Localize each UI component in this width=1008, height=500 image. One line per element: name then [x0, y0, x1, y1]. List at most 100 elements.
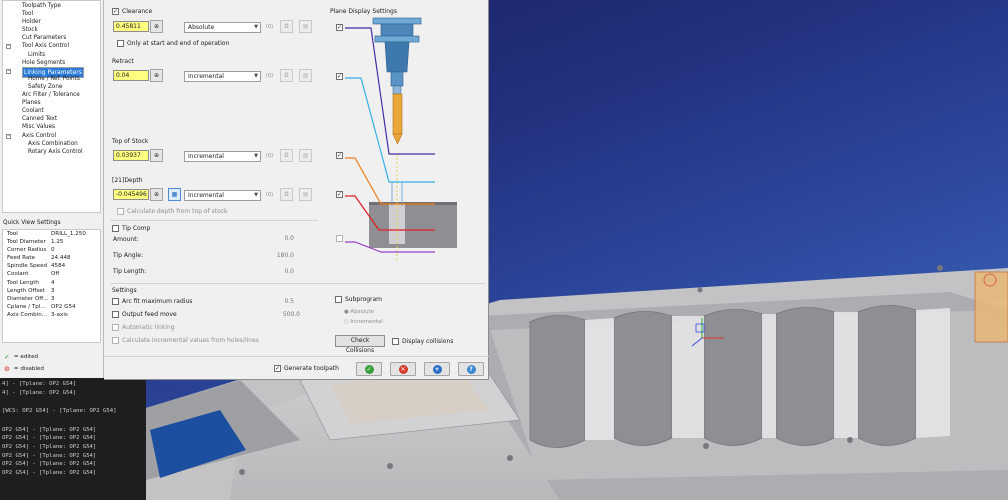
lock-icon: ◘ — [284, 23, 289, 30]
tree-item[interactable]: − Axis Control — [3, 132, 100, 140]
tip-comp-checkbox[interactable] — [112, 225, 119, 232]
linking-parameters-dialog: ✓ Clearance 0.45811 ⊕ Absolute ▼ (0) ◘ ▦ … — [104, 0, 489, 380]
depth-lock-button: ◘ — [280, 188, 293, 201]
tree-item-label: Toolpath Type — [22, 3, 61, 9]
tree-item[interactable]: Axis Combination — [3, 140, 100, 148]
only-start-end-label: Only at start and end of operation — [127, 40, 230, 47]
arc-fit-value: 0.5 — [284, 298, 294, 305]
quick-view-value: OP2 G54 — [51, 303, 76, 310]
tree-item-label: Misc Values — [22, 124, 55, 131]
subprogram-checkbox[interactable] — [335, 296, 342, 303]
tree-expander-icon[interactable]: − — [6, 68, 11, 74]
plus-icon: + — [432, 364, 442, 374]
top-of-stock-input[interactable]: 0.03937 — [113, 150, 149, 161]
clearance-input[interactable]: 0.45811 — [113, 21, 149, 32]
cancel-button[interactable]: ✕ — [390, 362, 416, 376]
quick-view-key: Tool — [7, 231, 18, 237]
tree-item-label: Hole Segments — [22, 59, 66, 66]
help-icon: ? — [466, 364, 476, 374]
tree-item[interactable]: Limits — [3, 51, 100, 59]
tree-expander-icon[interactable]: − — [6, 44, 11, 50]
quick-view-row: Length Offset 3 — [3, 287, 100, 295]
output-feed-label: Output feed move — [122, 311, 177, 318]
quick-view-row: Coolant Off — [3, 270, 100, 278]
quick-view-title: Quick View Settings — [3, 220, 61, 226]
tree-item[interactable]: Cut Parameters — [3, 34, 100, 42]
top-of-stock-select-button[interactable]: ⊕ — [150, 149, 163, 162]
tree-item[interactable]: Toolpath Type — [3, 2, 100, 10]
clearance-zero: (0) — [266, 24, 274, 30]
tree-item[interactable]: Misc Values — [3, 123, 100, 131]
tree-item[interactable]: Rotary Axis Control — [3, 148, 100, 156]
quick-view-row: Tool Diameter 1.25 — [3, 238, 100, 246]
quick-view-key: Coolant — [7, 271, 29, 278]
tree-item[interactable]: Canned Text — [3, 115, 100, 123]
check-collisions-button[interactable]: Check Collisions — [335, 335, 385, 354]
auto-link-label: Automatic linking — [122, 324, 175, 331]
only-start-end-checkbox[interactable] — [117, 40, 124, 47]
help-button[interactable]: ? — [458, 362, 484, 376]
clearance-select-button[interactable]: ⊕ — [150, 20, 163, 33]
tree-item[interactable]: Coolant — [3, 107, 100, 115]
tree-item[interactable]: − Tool Axis Control — [3, 42, 100, 50]
add-button[interactable]: + — [424, 362, 450, 376]
ok-button[interactable]: ✓ — [356, 362, 382, 376]
depth-calculator-button[interactable]: ▦ — [168, 188, 181, 201]
top-of-stock-mode-select[interactable]: Incremental ▼ — [184, 151, 261, 162]
crosshair-icon: ⊕ — [153, 191, 160, 198]
arc-fit-checkbox[interactable] — [112, 298, 119, 305]
clearance-mode-select[interactable]: Absolute ▼ — [184, 22, 261, 33]
quick-view-row: Spindle Speed 4584 — [3, 262, 100, 270]
plane-display-illustration — [345, 17, 457, 262]
retract-input[interactable]: 0.04 — [113, 70, 149, 81]
calculator-icon: ▦ — [171, 191, 178, 198]
tree-item[interactable]: Home / Ref. Points — [3, 75, 100, 83]
subprogram-label: Subprogram — [345, 296, 383, 303]
crosshair-icon: ⊕ — [153, 152, 160, 159]
depth-mode-select[interactable]: Incremental ▼ — [184, 190, 261, 201]
tree-item[interactable]: Safety Zone — [3, 83, 100, 91]
legend-edited: ✓ = edited — [4, 353, 39, 361]
tip-comp-label: Tip Comp — [122, 225, 151, 232]
quick-view-row: Diameter Off... 3 — [3, 295, 100, 303]
output-feed-checkbox[interactable] — [112, 311, 119, 318]
tree-item-label: Planes — [22, 100, 41, 107]
retract-label: Retract — [112, 58, 134, 65]
tree-item[interactable]: Arc Filter / Tolerance — [3, 91, 100, 99]
tree-item[interactable]: Planes — [3, 99, 100, 107]
tree-expander-icon[interactable]: − — [6, 133, 11, 139]
tree-item[interactable]: − Linking Parameters — [3, 66, 100, 78]
legend-disabled: ⊘ = disabled — [4, 365, 44, 373]
tree-item[interactable]: Stock — [3, 26, 100, 34]
settings-title: Settings — [112, 287, 137, 294]
retract-select-button[interactable]: ⊕ — [150, 69, 163, 82]
calculator-icon: ▦ — [302, 191, 309, 198]
console-line: OP2 G54] - [Tplane: OP2 G54] — [2, 469, 97, 476]
depth-select-button[interactable]: ⊕ — [150, 188, 163, 201]
tree-item-label: Holder — [22, 19, 41, 26]
tree-item[interactable]: Holder — [3, 18, 100, 26]
generate-toolpath-checkbox[interactable]: ✓ — [274, 365, 281, 372]
parameter-tree[interactable]: Toolpath Type Tool Holder Stock Cut Paramete… — [2, 0, 101, 213]
depth-zero: (0) — [266, 192, 274, 198]
arc-fit-label: Arc fit maximum radius — [122, 298, 193, 305]
tree-item-label: Canned Text — [22, 116, 58, 123]
no-entry-icon: ⊘ — [4, 365, 10, 373]
top-of-stock-calc-button: ▦ — [299, 149, 312, 162]
tree-item-label: Rotary Axis Control — [28, 148, 83, 155]
display-collisions-checkbox[interactable] — [392, 338, 399, 345]
quick-view-value: 3-axis — [51, 311, 68, 318]
tip-amount-value: 0.0 — [284, 235, 294, 242]
quick-view-row: Tool Length 4 — [3, 279, 100, 287]
tree-item-label: Limits — [28, 51, 46, 58]
clearance-checkbox[interactable]: ✓ — [112, 8, 119, 15]
retract-mode-select[interactable]: Incremental ▼ — [184, 71, 261, 82]
lock-icon: ◘ — [284, 152, 289, 159]
top-of-stock-label: Top of Stock — [112, 138, 149, 145]
check-icon: ✓ — [4, 353, 10, 361]
depth-calc-button: ▦ — [299, 188, 312, 201]
depth-input[interactable]: -0.045496 — [113, 189, 149, 200]
tree-item[interactable]: Hole Segments — [3, 59, 100, 67]
tree-item-label: Tool — [22, 11, 34, 18]
tree-item[interactable]: Tool — [3, 10, 100, 18]
